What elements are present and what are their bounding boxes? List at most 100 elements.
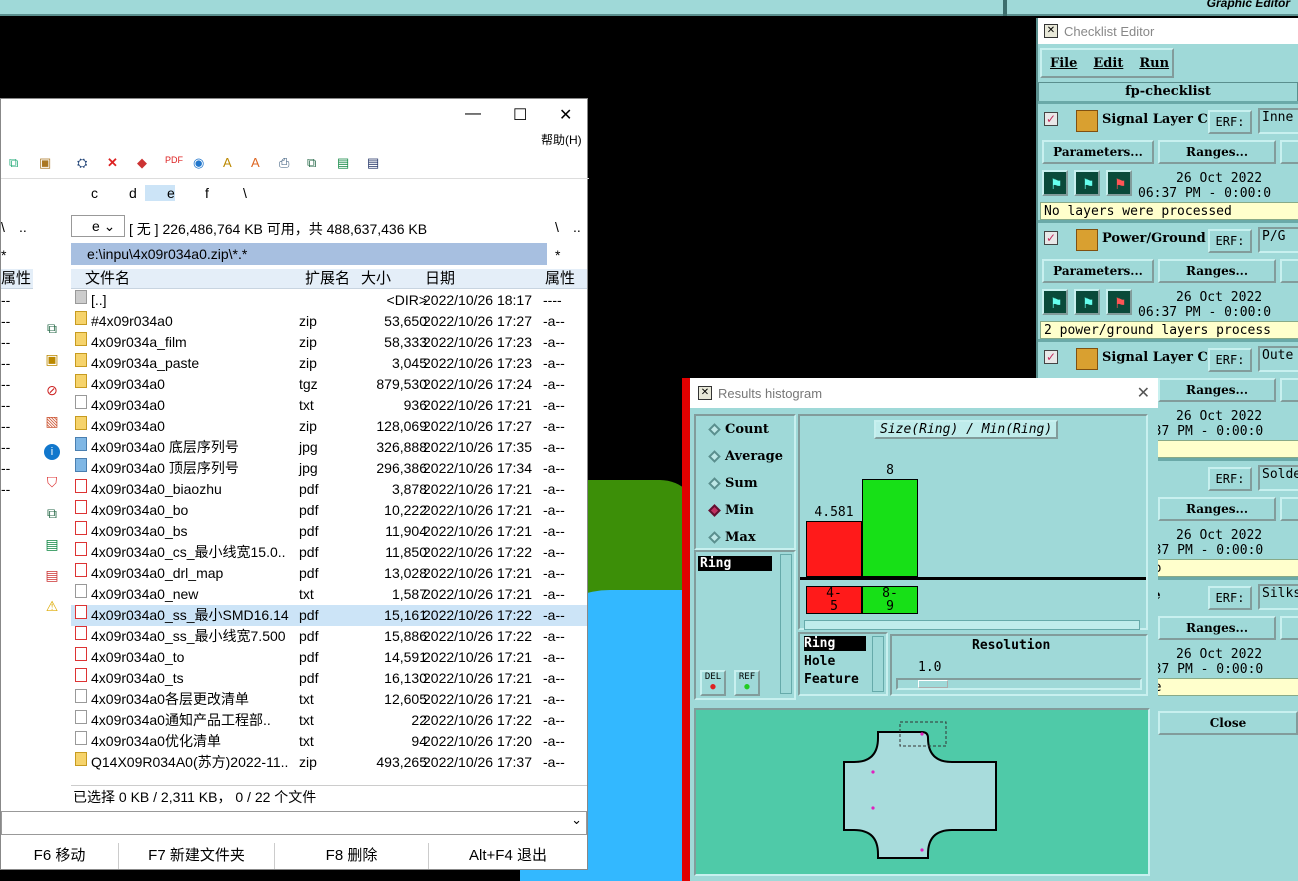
excel-icon[interactable]: ▤ bbox=[337, 155, 355, 173]
chart-hscrollbar[interactable] bbox=[804, 620, 1140, 630]
step-checkbox[interactable]: ✓ bbox=[1044, 112, 1058, 126]
ranges-button[interactable]: Ranges... bbox=[1158, 259, 1276, 283]
erf-button[interactable]: ERF: bbox=[1208, 229, 1252, 253]
share-icon[interactable]: ⧉ bbox=[307, 155, 325, 173]
step-layer-field[interactable]: Oute bbox=[1258, 346, 1298, 372]
run-step-icon[interactable]: ⚑ bbox=[1042, 170, 1068, 196]
right-dots[interactable]: .. bbox=[573, 219, 581, 235]
run-step-icon[interactable]: ⚑ bbox=[1042, 289, 1068, 315]
extra-button[interactable] bbox=[1280, 616, 1298, 640]
ban-side-icon[interactable]: ⊘ bbox=[39, 375, 65, 406]
left-panel-row[interactable]: -- bbox=[1, 374, 31, 395]
file-row[interactable]: [..] <DIR> 2022/10/26 18:17 ---- bbox=[71, 290, 587, 311]
left-panel-row[interactable]: -- bbox=[1, 479, 31, 500]
drive-root[interactable]: \ bbox=[243, 185, 247, 201]
ref-button[interactable]: REF ● bbox=[734, 670, 760, 696]
resolution-slider-thumb[interactable] bbox=[918, 680, 948, 688]
minimize-button[interactable]: — bbox=[465, 105, 481, 123]
histogram-bar-1[interactable] bbox=[862, 479, 918, 577]
left-dots[interactable]: .. bbox=[19, 219, 27, 235]
step-checkbox[interactable]: ✓ bbox=[1044, 231, 1058, 245]
column-size-header[interactable]: 大小 bbox=[357, 269, 421, 289]
left-backslash[interactable]: \ bbox=[1, 219, 5, 235]
left-panel-row[interactable]: -- bbox=[1, 395, 31, 416]
shield-side-icon[interactable]: ⛉ bbox=[39, 467, 65, 498]
printer-icon[interactable]: ⎙ bbox=[279, 155, 297, 173]
command-input[interactable]: ⌄ bbox=[1, 811, 587, 835]
text-a-icon[interactable]: A bbox=[223, 155, 241, 173]
ranges-button[interactable]: Ranges... bbox=[1158, 378, 1276, 402]
parameters-button[interactable]: Parameters... bbox=[1042, 140, 1154, 164]
file-row[interactable]: 4x09r034a_paste zip 3,045 2022/10/26 17:… bbox=[71, 353, 587, 374]
close-window-button[interactable]: ✕ bbox=[559, 105, 572, 125]
file-row[interactable]: 4x09r034a0_bo pdf 10,222 2022/10/26 17:2… bbox=[71, 500, 587, 521]
pack-icon[interactable]: ▣ bbox=[39, 155, 57, 173]
left-panel-row[interactable]: -- bbox=[1, 353, 31, 374]
step-label[interactable]: Signal Layer Ch bbox=[1102, 350, 1210, 365]
right-filter-star[interactable]: * bbox=[555, 247, 560, 263]
delete-icon[interactable]: ✕ bbox=[107, 155, 125, 173]
file-row[interactable]: 4x09r034a0 顶层序列号 jpg 296,386 2022/10/26 … bbox=[71, 458, 587, 479]
file-row[interactable]: 4x09r034a0_to pdf 14,591 2022/10/26 17:2… bbox=[71, 647, 587, 668]
step-label[interactable]: Signal Layer Ch bbox=[1102, 112, 1210, 127]
f6-move-button[interactable]: F6 移动 bbox=[1, 843, 119, 869]
file-row[interactable]: 4x09r034a0_new txt 1,587 2022/10/26 17:2… bbox=[71, 584, 587, 605]
erf-button[interactable]: ERF: bbox=[1208, 467, 1252, 491]
run-step-icon[interactable]: ⚑ bbox=[1106, 170, 1132, 196]
network2-side-icon[interactable]: ⧉ bbox=[39, 498, 65, 529]
file-row[interactable]: 4x09r034a0 底层序列号 jpg 326,888 2022/10/26 … bbox=[71, 437, 587, 458]
file-row[interactable]: Q14X09R034A0(苏方)2022-11.. zip 493,265 20… bbox=[71, 752, 587, 773]
type-feature[interactable]: Feature bbox=[804, 672, 859, 687]
left-panel-row[interactable]: -- bbox=[1, 290, 31, 311]
erf-button[interactable]: ERF: bbox=[1208, 110, 1252, 134]
histogram-bar-0[interactable] bbox=[806, 521, 862, 577]
ranges-button[interactable]: Ranges... bbox=[1158, 497, 1276, 521]
network-icon[interactable]: ⧉ bbox=[9, 155, 27, 173]
warning-side-icon[interactable]: ⚠ bbox=[39, 591, 65, 622]
type-ring[interactable]: Ring bbox=[804, 636, 866, 651]
help-menu[interactable]: 帮助(H) bbox=[541, 131, 582, 148]
file-row[interactable]: 4x09r034a0_drl_map pdf 13,028 2022/10/26… bbox=[71, 563, 587, 584]
bar-category-label[interactable]: 4- 5 bbox=[806, 586, 862, 614]
extra-button[interactable] bbox=[1280, 140, 1298, 164]
file-row[interactable]: #4x09r034a0 zip 53,650 2022/10/26 17:27 … bbox=[71, 311, 587, 332]
close-button[interactable]: Close bbox=[1158, 711, 1298, 735]
option-average[interactable]: Average bbox=[708, 449, 783, 464]
column-date-header[interactable]: 日期 bbox=[421, 269, 541, 289]
file-row[interactable]: 4x09r034a0 zip 128,069 2022/10/26 17:27 … bbox=[71, 416, 587, 437]
column-ext-header[interactable]: 扩展名 bbox=[301, 269, 357, 289]
refresh-icon[interactable]: ◉ bbox=[193, 155, 211, 173]
menu-file[interactable]: File bbox=[1050, 56, 1077, 71]
extra-button[interactable] bbox=[1280, 259, 1298, 283]
menu-edit[interactable]: Edit bbox=[1093, 56, 1123, 71]
left-panel-row[interactable]: -- bbox=[1, 311, 31, 332]
file-row[interactable]: 4x09r034a0_ss_最小线宽7.500 pdf 15,886 2022/… bbox=[71, 626, 587, 647]
list-item-ring[interactable]: Ring bbox=[698, 556, 772, 571]
file-row[interactable]: 4x09r034a0通知产品工程部.. txt 22 2022/10/26 17… bbox=[71, 710, 587, 731]
file-row[interactable]: 4x09r034a0 tgz 879,530 2022/10/26 17:24 … bbox=[71, 374, 587, 395]
f8-delete-button[interactable]: F8 删除 bbox=[275, 843, 429, 869]
left-filter-star[interactable]: * bbox=[1, 247, 6, 263]
step-layer-field[interactable]: P/G bbox=[1258, 227, 1298, 253]
column-attr-header[interactable]: 属性 bbox=[541, 269, 587, 289]
option-count[interactable]: Count bbox=[708, 422, 769, 437]
del-button[interactable]: DEL ● bbox=[700, 670, 726, 696]
file-row[interactable]: 4x09r034a0_cs_最小线宽15.0.. pdf 11,850 2022… bbox=[71, 542, 587, 563]
file-row[interactable]: 4x09r034a0_biaozhu pdf 3,878 2022/10/26 … bbox=[71, 479, 587, 500]
run-step-icon[interactable]: ⚑ bbox=[1106, 289, 1132, 315]
cube-icon[interactable]: ◆ bbox=[137, 155, 155, 173]
file-row[interactable]: 4x09r034a_film zip 58,333 2022/10/26 17:… bbox=[71, 332, 587, 353]
find-icon[interactable]: ⛭ bbox=[77, 155, 95, 173]
image-side-icon[interactable]: ▣ bbox=[39, 344, 65, 375]
file-row[interactable]: 4x09r034a0优化清单 txt 94 2022/10/26 17:20 -… bbox=[71, 731, 587, 752]
ranges-button[interactable]: Ranges... bbox=[1158, 140, 1276, 164]
right-backslash[interactable]: \ bbox=[555, 219, 559, 235]
drive-c[interactable]: c bbox=[91, 185, 98, 201]
list-scrollbar[interactable] bbox=[780, 554, 792, 694]
step-layer-field[interactable]: Inne bbox=[1258, 108, 1298, 134]
picture-side-icon[interactable]: ▧ bbox=[39, 406, 65, 437]
step-layer-field[interactable]: Silks bbox=[1258, 584, 1298, 610]
run-step-icon[interactable]: ⚑ bbox=[1074, 289, 1100, 315]
left-attr-header[interactable]: 属性 bbox=[1, 269, 33, 289]
text-a2-icon[interactable]: A bbox=[251, 155, 269, 173]
